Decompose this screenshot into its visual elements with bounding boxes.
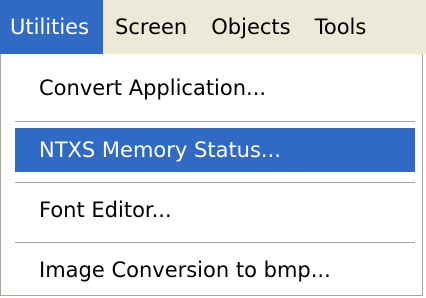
menu-separator bbox=[15, 121, 415, 123]
menu-screen[interactable]: Screen bbox=[103, 0, 199, 54]
menu-item-ntxs-memory-status[interactable]: NTXS Memory Status... bbox=[15, 128, 415, 172]
menu-separator bbox=[15, 182, 415, 184]
utilities-dropdown-menu: Convert Application... NTXS Memory Statu… bbox=[0, 54, 423, 296]
menu-separator bbox=[15, 242, 415, 244]
menu-item-font-editor[interactable]: Font Editor... bbox=[15, 188, 415, 232]
menu-tools[interactable]: Tools bbox=[303, 0, 379, 54]
menu-item-convert-application[interactable]: Convert Application... bbox=[15, 66, 415, 110]
menu-utilities[interactable]: Utilities bbox=[0, 0, 104, 54]
menu-item-image-conversion[interactable]: Image Conversion to bmp... bbox=[15, 248, 415, 292]
menu-bar: Utilities Screen Objects Tools bbox=[0, 0, 426, 54]
menu-objects[interactable]: Objects bbox=[199, 0, 302, 54]
